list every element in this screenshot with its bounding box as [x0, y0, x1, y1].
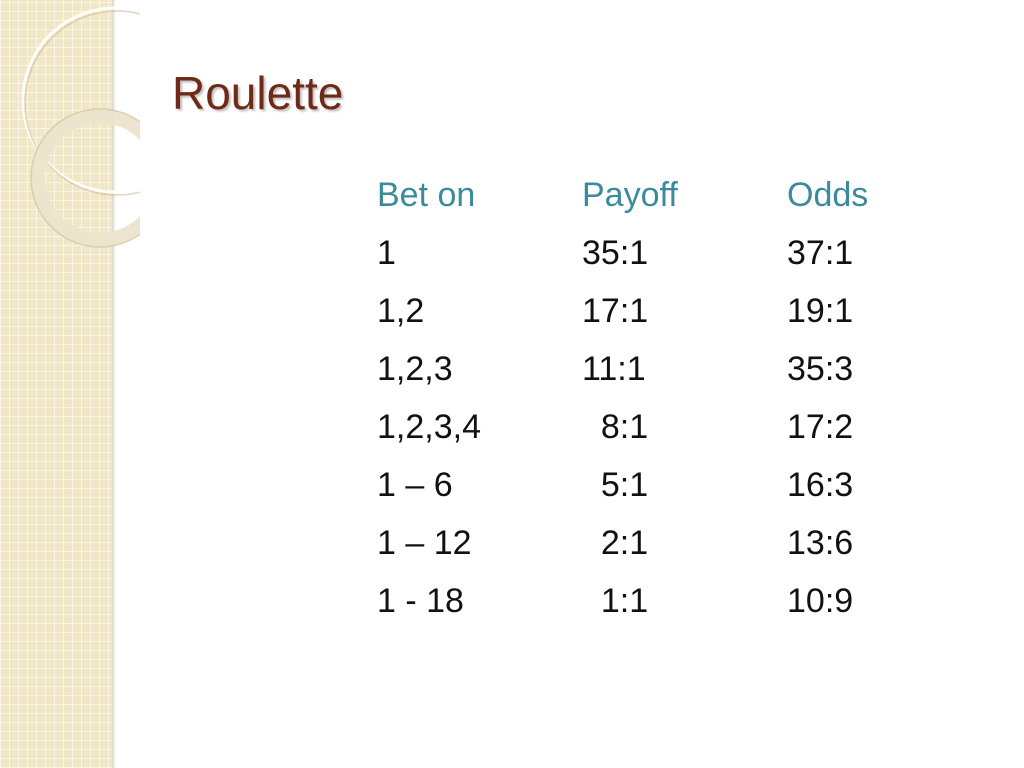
odds-cell: 13:6 [787, 524, 854, 562]
bet-on-cell: 1 [377, 234, 396, 272]
roulette-odds-table: Bet on Payoff Odds 1 35:1 37:1 1,2 17:1 … [377, 166, 907, 630]
bet-on-cell: 1,2,3 [377, 350, 453, 388]
odds-cell: 19:1 [787, 292, 854, 330]
table-header-row: Bet on Payoff Odds [377, 166, 907, 224]
bet-on-cell: 1,2,3,4 [377, 408, 481, 446]
small-ring [31, 109, 140, 247]
odds-cell: 10:9 [787, 582, 854, 620]
header-bet-on: Bet on [377, 176, 476, 214]
table-row: 1,2,3,4 8:1 17:2 [377, 398, 907, 456]
table-row: 1 - 18 1:1 10:9 [377, 572, 907, 630]
payoff-cell: 5:1 [582, 466, 649, 504]
bet-on-cell: 1,2 [377, 292, 425, 330]
bet-on-cell: 1 – 6 [377, 466, 453, 504]
payoff-cell: 2:1 [582, 524, 649, 562]
small-ring-edge [30, 108, 140, 248]
header-odds: Odds [787, 176, 869, 214]
slide-title: Roulette [172, 67, 344, 119]
table-row: 1 – 12 2:1 13:6 [377, 514, 907, 572]
header-payoff: Payoff [582, 176, 678, 214]
table-row: 1 – 6 5:1 16:3 [377, 456, 907, 514]
odds-cell: 37:1 [787, 234, 854, 272]
payoff-cell: 17:1 [582, 292, 649, 330]
payoff-cell: 8:1 [582, 408, 649, 446]
odds-cell: 16:3 [787, 466, 854, 504]
bet-on-cell: 1 – 12 [377, 524, 472, 562]
payoff-cell: 11:1 [582, 350, 646, 388]
table-row: 1 35:1 37:1 [377, 224, 907, 282]
bet-on-cell: 1 - 18 [377, 582, 464, 620]
decorative-rings [21, 6, 140, 248]
odds-cell: 35:3 [787, 350, 854, 388]
table-row: 1,2 17:1 19:1 [377, 282, 907, 340]
table-row: 1,2,3 11:1 35:3 [377, 340, 907, 398]
payoff-cell: 1:1 [582, 582, 649, 620]
payoff-cell: 35:1 [582, 234, 649, 272]
odds-cell: 17:2 [787, 408, 854, 446]
